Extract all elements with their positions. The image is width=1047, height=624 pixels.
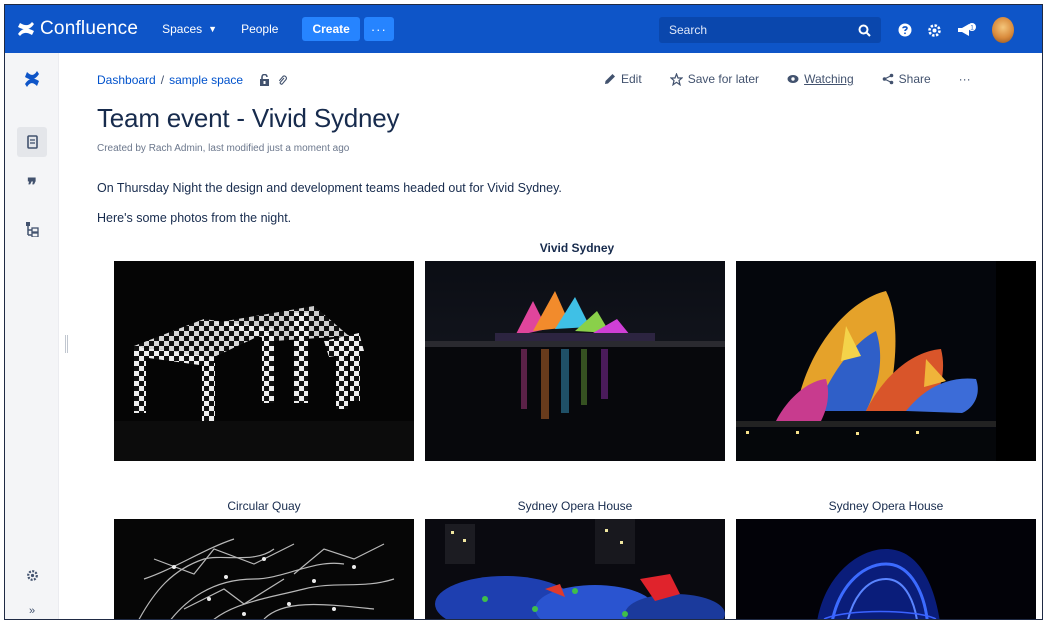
more-actions-label: ··· xyxy=(958,72,971,86)
star-icon xyxy=(669,72,683,86)
share-label: Share xyxy=(898,72,931,86)
spaces-label: Spaces xyxy=(162,22,203,36)
share-icon xyxy=(882,73,893,85)
avatar[interactable] xyxy=(992,17,1014,43)
page-title: Team event - Vivid Sydney xyxy=(97,103,400,133)
gallery-photo-opera-house-sails[interactable] xyxy=(736,261,1036,461)
gallery-photo-circular-quay[interactable] xyxy=(114,519,414,619)
body-paragraph: Here's some photos from the night. xyxy=(97,211,292,225)
share-button[interactable]: Share xyxy=(882,72,931,86)
more-label: ··· xyxy=(370,21,387,37)
help-icon xyxy=(898,23,912,37)
search-placeholder: Search xyxy=(669,23,708,37)
photo-caption: Circular Quay xyxy=(227,499,301,513)
create-label: Create xyxy=(312,22,350,36)
photo-caption: Sydney Opera House xyxy=(828,499,944,513)
settings-icon xyxy=(26,570,38,581)
expand-sidebar-icon: » xyxy=(28,605,36,617)
confluence-logo[interactable]: Confluence xyxy=(17,18,138,40)
search-icon xyxy=(858,24,871,37)
page-status-icons xyxy=(259,74,288,86)
create-more-button[interactable]: ··· xyxy=(363,17,394,41)
sidebar-item-page-tree[interactable] xyxy=(5,221,59,237)
save-for-later-button[interactable]: Save for later xyxy=(669,72,760,86)
attachment-icon[interactable] xyxy=(278,75,288,86)
sidebar-settings[interactable] xyxy=(5,569,59,582)
pages-icon xyxy=(26,135,38,149)
chevron-down-icon: ▼ xyxy=(208,24,218,34)
sidebar-expand[interactable]: » xyxy=(5,605,59,617)
notifications-button[interactable]: 1 xyxy=(957,22,977,38)
breadcrumb: Dashboard / sample space xyxy=(97,73,288,87)
watching-button[interactable]: Watching xyxy=(787,72,854,86)
spaces-menu[interactable]: Spaces ▼ xyxy=(162,22,217,36)
gallery-photo-blue-light[interactable] xyxy=(736,519,1036,619)
create-button[interactable]: Create xyxy=(302,17,360,41)
watching-label: Watching xyxy=(804,72,854,86)
app-window: Confluence Spaces ▼ People Create ··· Se… xyxy=(4,4,1043,620)
edit-button[interactable]: Edit xyxy=(604,72,642,86)
people-label: People xyxy=(241,22,279,36)
gallery-photo-opera-house-water[interactable] xyxy=(425,261,725,461)
gallery-photo-checkered-sculpture[interactable] xyxy=(114,261,414,461)
page-actions: Edit Save for later Watching Share ··· xyxy=(604,72,971,86)
sidebar-item-blog[interactable]: ❞ xyxy=(5,175,59,196)
nav-icon-group: 1 xyxy=(898,17,1029,43)
body-paragraph: On Thursday Night the design and develop… xyxy=(97,181,562,195)
confluence-logo-icon xyxy=(25,71,39,87)
breadcrumb-sample-space[interactable]: sample space xyxy=(169,73,243,87)
eye-icon xyxy=(787,75,799,83)
edit-label: Edit xyxy=(621,72,642,86)
search-input[interactable]: Search xyxy=(659,17,881,43)
sidebar-space-logo[interactable] xyxy=(5,71,59,87)
more-actions-button[interactable]: ··· xyxy=(959,72,971,86)
photo-caption: Sydney Opera House xyxy=(517,499,633,513)
save-for-later-label: Save for later xyxy=(687,72,760,86)
blog-quote-icon: ❞ xyxy=(27,175,37,196)
sidebar: ❞ » xyxy=(5,53,59,619)
people-link[interactable]: People xyxy=(241,22,278,36)
settings-button[interactable] xyxy=(927,23,942,38)
page-tree-icon xyxy=(26,222,39,237)
pencil-icon xyxy=(605,74,615,84)
sidebar-resize-handle[interactable] xyxy=(65,335,68,353)
breadcrumb-dashboard[interactable]: Dashboard xyxy=(97,73,156,87)
settings-icon xyxy=(928,23,941,37)
sidebar-item-pages[interactable] xyxy=(5,127,59,157)
pages-active-bg xyxy=(17,127,47,157)
confluence-logo-icon xyxy=(18,22,34,36)
gallery-photo-opera-house-garden[interactable] xyxy=(425,519,725,619)
notifications-icon: 1 xyxy=(958,23,976,36)
breadcrumb-separator: / xyxy=(160,73,165,87)
help-button[interactable] xyxy=(898,23,912,37)
gallery-title: Vivid Sydney xyxy=(539,241,615,255)
unlock-icon[interactable] xyxy=(259,74,270,86)
app-name: Confluence xyxy=(40,18,139,39)
top-navigation: Confluence Spaces ▼ People Create ··· Se… xyxy=(5,5,1042,53)
page-byline: Created by Rach Admin, last modified jus… xyxy=(97,143,350,154)
